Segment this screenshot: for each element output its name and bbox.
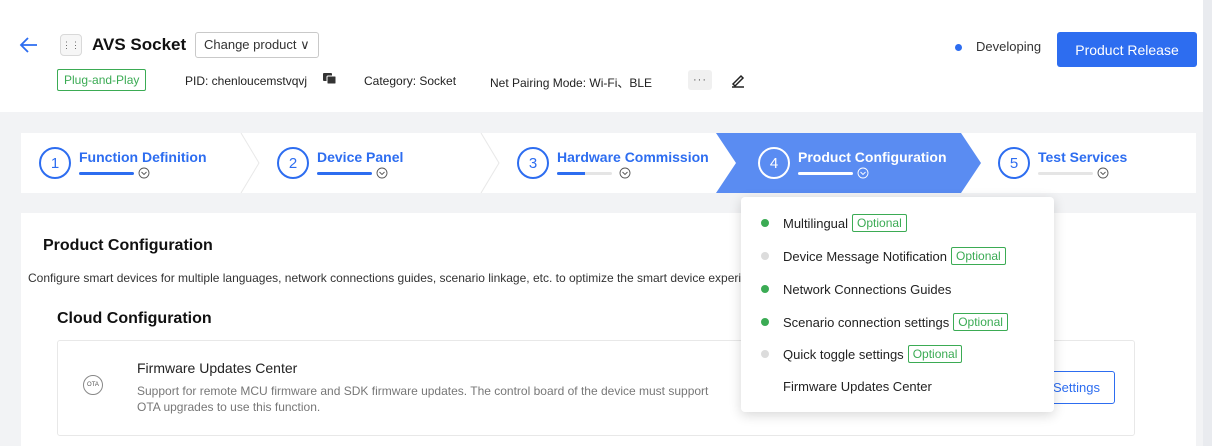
header: ⋮⋮ AVS Socket Change product ∨ Developin… (0, 0, 1212, 112)
step-progress (557, 172, 612, 175)
chevron-down-icon[interactable] (857, 167, 869, 179)
menu-item-label: Firmware Updates Center (783, 378, 932, 394)
page-description: Configure smart devices for multiple lan… (28, 271, 743, 285)
optional-badge: Optional (907, 345, 963, 363)
step-progress (79, 172, 134, 175)
card-title: Firmware Updates Center (137, 360, 298, 376)
steps-bar: 1 Function Definition 2 Device Panel 3 H… (21, 133, 1196, 193)
net-pairing-text: Net Pairing Mode: Wi-Fi、BLE (490, 76, 653, 90)
menu-item-network-connections-guides[interactable]: Network Connections Guides (761, 279, 951, 299)
product-icon: ⋮⋮ (60, 34, 82, 56)
step-label: Test Services (1038, 149, 1128, 165)
status-dot-icon (761, 252, 769, 260)
pid-text: PID: chenloucemstvqvj (185, 74, 308, 88)
chevron-down-icon[interactable] (376, 167, 388, 179)
back-arrow-icon[interactable] (18, 34, 40, 56)
menu-item-label: Scenario connection settings (783, 314, 950, 330)
menu-item-scenario-connection-settings[interactable]: Scenario connection settings Optional (761, 312, 1008, 332)
chevron-down-icon[interactable] (619, 167, 631, 179)
step-number: 2 (277, 147, 309, 179)
step-number: 5 (998, 147, 1030, 179)
product-release-button[interactable]: Product Release (1057, 32, 1197, 67)
step-label: Product Configuration (798, 149, 947, 165)
step-label: Device Panel (317, 149, 404, 165)
status-dot-icon (761, 285, 769, 293)
card-description: Support for remote MCU firmware and SDK … (137, 384, 709, 414)
step-separator (240, 133, 260, 193)
step-progress (1038, 172, 1093, 175)
status-dot-icon (761, 382, 769, 390)
step-progress (317, 172, 372, 175)
chevron-down-icon[interactable] (1097, 167, 1109, 179)
scrollbar-track[interactable] (1203, 0, 1212, 446)
menu-item-multilingual[interactable]: Multilingual Optional (761, 213, 907, 233)
step-label: Hardware Commission (557, 149, 709, 165)
page-title: Product Configuration (43, 237, 213, 254)
chevron-down-icon[interactable] (138, 167, 150, 179)
step-progress (798, 172, 853, 175)
menu-item-quick-toggle-settings[interactable]: Quick toggle settings Optional (761, 344, 963, 364)
plug-and-play-badge: Plug-and-Play (57, 69, 147, 91)
status-text: Developing (976, 39, 1042, 54)
ota-icon: OTA (83, 375, 103, 395)
step-label: Function Definition (79, 149, 207, 165)
status-dot-icon (955, 44, 962, 51)
section-title: Cloud Configuration (57, 310, 212, 327)
menu-item-label: Device Message Notification (783, 248, 948, 264)
edit-icon[interactable] (730, 72, 746, 88)
optional-badge: Optional (852, 214, 907, 232)
optional-badge: Optional (951, 247, 1006, 265)
status-dot-icon (761, 219, 769, 227)
change-product-button[interactable]: Change product ∨ (195, 32, 319, 58)
step-number: 1 (39, 147, 71, 179)
category-text: Category: Socket (364, 74, 457, 88)
menu-item-label: Network Connections Guides (783, 281, 952, 297)
copy-icon[interactable] (323, 73, 337, 85)
optional-badge: Optional (953, 313, 1008, 331)
menu-item-label: Quick toggle settings (783, 346, 904, 362)
status-dot-icon (761, 350, 769, 358)
status-dot-icon (761, 318, 769, 326)
step-number: 4 (758, 147, 790, 179)
step-separator (480, 133, 500, 193)
product-name: AVS Socket (92, 35, 187, 54)
more-button[interactable]: ··· (688, 70, 712, 90)
menu-item-device-message-notification[interactable]: Device Message Notification Optional (761, 246, 1006, 266)
step-number: 3 (517, 147, 549, 179)
step-dropdown-menu: Multilingual Optional Device Message Not… (741, 197, 1054, 412)
menu-item-firmware-updates-center[interactable]: Firmware Updates Center (761, 376, 932, 396)
menu-item-label: Multilingual (783, 215, 849, 231)
